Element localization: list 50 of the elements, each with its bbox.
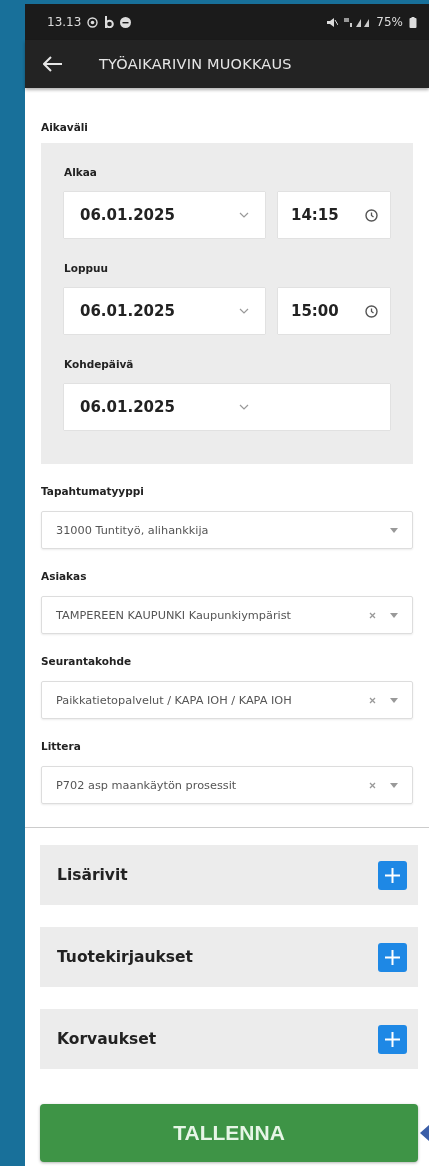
chevron-down-icon: [239, 212, 249, 218]
back-arrow-icon: [43, 56, 63, 72]
add-button[interactable]: [378, 1024, 407, 1054]
section-label: Aikaväli: [41, 120, 89, 135]
status-time: 13.13: [47, 15, 82, 29]
section-title: Tuotekirjaukset: [57, 948, 193, 966]
signal-icon: [344, 16, 371, 28]
dropdown-caret-icon: [390, 527, 398, 533]
battery-percent: 75%: [376, 15, 403, 29]
plus-icon: [385, 867, 400, 883]
mute-icon: [326, 16, 339, 28]
field-label: Tapahtumatyyppi: [41, 484, 145, 499]
dropdown-caret-icon: [390, 612, 398, 618]
section-title: Korvaukset: [57, 1030, 157, 1048]
date-dropdown[interactable]: 06.01.2025: [64, 288, 265, 334]
clock-icon: [365, 304, 378, 318]
select-field[interactable]: TAMPEREEN KAUPUNKI Kaupunkiympärist: [41, 596, 413, 634]
field-label: Seurantakohde: [41, 654, 133, 669]
dropdown-caret-icon: [390, 782, 398, 788]
time-field[interactable]: 15:00: [278, 288, 390, 334]
select-field[interactable]: P702 asp maankäytön prosessit: [41, 766, 413, 804]
field-label: Littera: [41, 739, 82, 754]
clear-icon[interactable]: [369, 611, 376, 619]
add-button[interactable]: [378, 942, 407, 972]
screen-title: TYÖAIKARIVIN MUOKKAUS: [99, 56, 292, 72]
clear-icon[interactable]: [369, 696, 376, 704]
chevron-down-icon: [239, 404, 249, 410]
date-dropdown[interactable]: 06.01.2025: [64, 384, 390, 430]
field-label: Loppuu: [64, 261, 109, 276]
at-icon: [87, 16, 99, 28]
select-field[interactable]: Paikkatietopalvelut / KAPA IOH / KAPA IOH: [41, 681, 413, 719]
section-title: Lisärivit: [57, 866, 128, 884]
field-label: Alkaa: [64, 165, 98, 180]
notification-icon: [120, 16, 132, 28]
chevron-down-icon: [239, 308, 249, 314]
date-dropdown[interactable]: 06.01.2025: [64, 192, 265, 238]
plus-icon: [385, 1031, 400, 1047]
plus-icon: [385, 949, 400, 965]
field-label: Kohdepäivä: [64, 357, 135, 372]
time-field[interactable]: 14:15: [278, 192, 390, 238]
add-button[interactable]: [378, 860, 407, 890]
field-label: Asiakas: [41, 569, 88, 584]
battery-icon: [409, 16, 417, 28]
dropdown-caret-icon: [390, 697, 398, 703]
pointer-arrow-icon: [420, 1125, 429, 1141]
clock-icon: [365, 208, 378, 222]
select-field[interactable]: 31000 Tuntityö, alihankkija: [41, 511, 413, 549]
app-icon: [104, 16, 115, 28]
back-button[interactable]: [43, 56, 63, 72]
clear-icon[interactable]: [369, 781, 376, 789]
